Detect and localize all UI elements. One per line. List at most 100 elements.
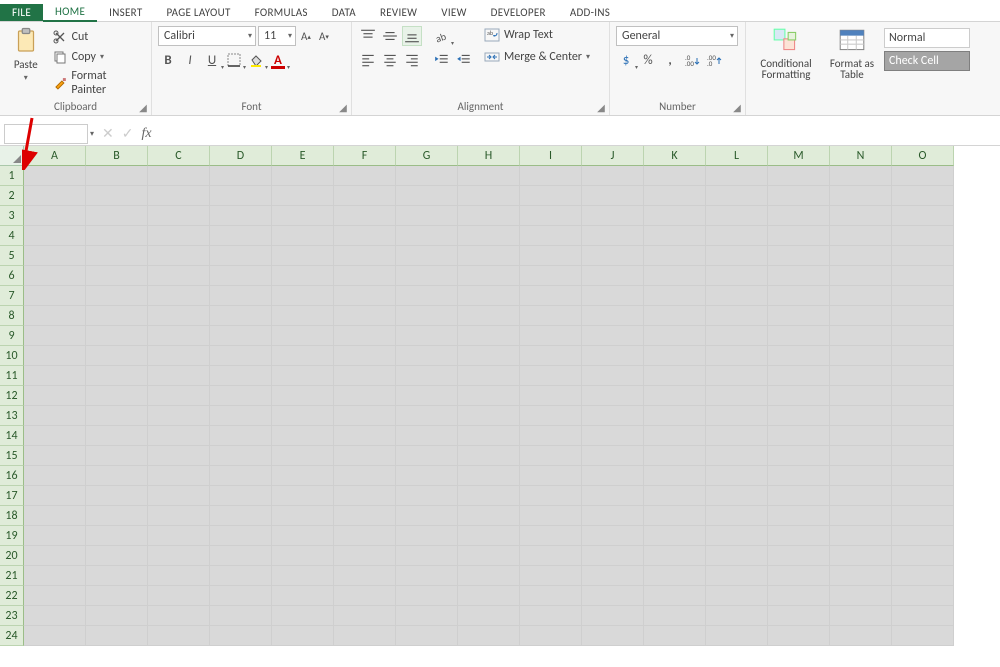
cell[interactable] xyxy=(768,526,830,546)
cell[interactable] xyxy=(830,346,892,366)
tab-developer[interactable]: DEVELOPER xyxy=(479,4,558,21)
cell[interactable] xyxy=(458,266,520,286)
cell[interactable] xyxy=(396,426,458,446)
row-header[interactable]: 9 xyxy=(0,326,24,346)
cell[interactable] xyxy=(458,566,520,586)
cell[interactable] xyxy=(334,506,396,526)
cell[interactable] xyxy=(892,426,954,446)
cell[interactable] xyxy=(768,406,830,426)
cell[interactable] xyxy=(86,246,148,266)
format-as-table-button[interactable]: Format as Table xyxy=(824,26,880,80)
percent-format-button[interactable]: % xyxy=(638,50,658,70)
cell[interactable] xyxy=(706,326,768,346)
cell[interactable] xyxy=(768,206,830,226)
fill-color-button[interactable]: ▾ xyxy=(246,50,266,70)
cell[interactable] xyxy=(148,286,210,306)
cell[interactable] xyxy=(396,306,458,326)
cell[interactable] xyxy=(210,566,272,586)
cell[interactable] xyxy=(892,266,954,286)
cell[interactable] xyxy=(830,206,892,226)
cell-style-check-cell[interactable]: Check Cell xyxy=(884,51,970,71)
cell[interactable] xyxy=(706,406,768,426)
row-header[interactable]: 23 xyxy=(0,606,24,626)
cell[interactable] xyxy=(830,246,892,266)
column-header[interactable]: B xyxy=(86,146,148,166)
cell[interactable] xyxy=(830,326,892,346)
cell[interactable] xyxy=(892,586,954,606)
cell[interactable] xyxy=(520,186,582,206)
cell[interactable] xyxy=(396,246,458,266)
cell[interactable] xyxy=(706,346,768,366)
align-left-button[interactable] xyxy=(358,50,378,70)
cell[interactable] xyxy=(148,426,210,446)
cell[interactable] xyxy=(706,386,768,406)
cell[interactable] xyxy=(24,346,86,366)
cell[interactable] xyxy=(86,446,148,466)
cell[interactable] xyxy=(24,426,86,446)
tab-insert[interactable]: INSERT xyxy=(97,4,154,21)
cell[interactable] xyxy=(148,546,210,566)
tab-page-layout[interactable]: PAGE LAYOUT xyxy=(154,4,242,21)
cell[interactable] xyxy=(892,386,954,406)
tab-add-ins[interactable]: ADD-INS xyxy=(558,4,622,21)
cell[interactable] xyxy=(644,586,706,606)
cell[interactable] xyxy=(644,566,706,586)
cell[interactable] xyxy=(272,546,334,566)
cell[interactable] xyxy=(520,466,582,486)
cell[interactable] xyxy=(210,546,272,566)
cell[interactable] xyxy=(582,386,644,406)
comma-format-button[interactable]: , xyxy=(660,50,680,70)
cell[interactable] xyxy=(24,186,86,206)
cell[interactable] xyxy=(768,446,830,466)
cell[interactable] xyxy=(830,446,892,466)
cell[interactable] xyxy=(24,166,86,186)
cell[interactable] xyxy=(520,446,582,466)
cell[interactable] xyxy=(644,166,706,186)
cell[interactable] xyxy=(396,506,458,526)
cell[interactable] xyxy=(334,326,396,346)
cell[interactable] xyxy=(644,226,706,246)
cell[interactable] xyxy=(210,466,272,486)
cell[interactable] xyxy=(458,306,520,326)
cell[interactable] xyxy=(148,166,210,186)
cell[interactable] xyxy=(210,366,272,386)
cell[interactable] xyxy=(148,326,210,346)
column-header[interactable]: A xyxy=(24,146,86,166)
cell[interactable] xyxy=(706,166,768,186)
cell[interactable] xyxy=(830,586,892,606)
cell[interactable] xyxy=(892,226,954,246)
cell[interactable] xyxy=(644,186,706,206)
cell[interactable] xyxy=(86,406,148,426)
cell[interactable] xyxy=(24,246,86,266)
format-painter-button[interactable]: Format Painter xyxy=(50,68,145,98)
row-header[interactable]: 18 xyxy=(0,506,24,526)
cell[interactable] xyxy=(24,226,86,246)
cell[interactable] xyxy=(86,526,148,546)
cell[interactable] xyxy=(768,466,830,486)
cell[interactable] xyxy=(830,566,892,586)
cell[interactable] xyxy=(830,406,892,426)
cell[interactable] xyxy=(706,586,768,606)
cell[interactable] xyxy=(458,586,520,606)
cell[interactable] xyxy=(706,506,768,526)
cell[interactable] xyxy=(520,346,582,366)
cell[interactable] xyxy=(520,586,582,606)
row-header[interactable]: 6 xyxy=(0,266,24,286)
cell[interactable] xyxy=(458,286,520,306)
alignment-dialog-launcher[interactable]: ◢ xyxy=(595,101,607,113)
cell[interactable] xyxy=(210,406,272,426)
cell[interactable] xyxy=(86,306,148,326)
cell[interactable] xyxy=(706,426,768,446)
cell[interactable] xyxy=(458,246,520,266)
cell[interactable] xyxy=(458,346,520,366)
cell[interactable] xyxy=(582,366,644,386)
cell[interactable] xyxy=(582,506,644,526)
cell[interactable] xyxy=(334,206,396,226)
tab-view[interactable]: VIEW xyxy=(429,4,478,21)
cell[interactable] xyxy=(706,486,768,506)
cell[interactable] xyxy=(768,386,830,406)
cell[interactable] xyxy=(272,186,334,206)
cell[interactable] xyxy=(334,226,396,246)
cell[interactable] xyxy=(86,606,148,626)
number-dialog-launcher[interactable]: ◢ xyxy=(731,101,743,113)
